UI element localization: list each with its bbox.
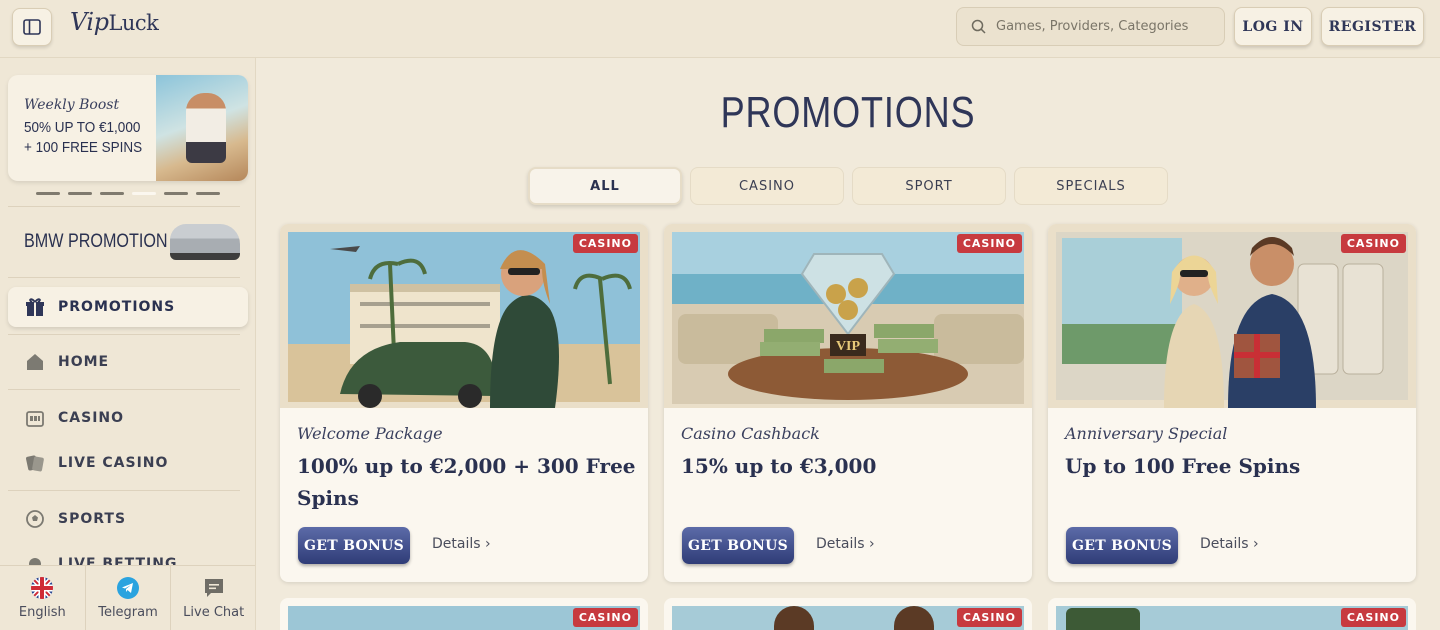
logo[interactable]: VipLuck — [70, 8, 159, 48]
cards-icon — [24, 452, 46, 474]
details-label: Details — [432, 536, 481, 552]
sidebar-item-home[interactable]: HOME — [8, 342, 248, 382]
promo-card-partial[interactable]: CASINO — [280, 598, 648, 630]
promo-card-partial[interactable]: CASINO — [664, 598, 1032, 630]
language-label: English — [18, 605, 66, 620]
weekly-boost-banner[interactable]: Weekly Boost 50% UP TO €1,000 + 100 FREE… — [8, 75, 248, 181]
logo-script: Vip — [70, 8, 109, 36]
carousel-dot[interactable] — [36, 192, 60, 195]
carousel-dots — [36, 192, 220, 195]
divider — [8, 277, 240, 278]
gift-icon — [24, 296, 46, 318]
get-bonus-button[interactable]: GET BONUS — [1066, 527, 1178, 564]
category-badge: CASINO — [1340, 608, 1406, 627]
car-image — [170, 224, 240, 260]
boost-offer-line2: + 100 FREE SPINS — [24, 139, 143, 156]
tab-all[interactable]: ALL — [528, 167, 682, 205]
search-input[interactable] — [996, 19, 1206, 34]
category-badge: CASINO — [956, 608, 1022, 627]
telegram-icon — [117, 577, 139, 599]
bmw-promotion-link[interactable]: BMW PROMOTION — [8, 216, 248, 270]
details-link[interactable]: Details › — [432, 536, 491, 552]
boost-image — [156, 75, 248, 181]
get-bonus-button[interactable]: GET BONUS — [682, 527, 794, 564]
carousel-dot[interactable] — [68, 192, 92, 195]
sidebar-item-label: LIVE CASINO — [58, 455, 169, 471]
telegram-link[interactable]: Telegram — [86, 566, 172, 630]
login-button[interactable]: LOG IN — [1234, 7, 1312, 46]
ball-icon — [24, 508, 46, 530]
promo-card-partial[interactable]: CASINO — [1048, 598, 1416, 630]
boost-offer-line1: 50% UP TO €1,000 — [24, 119, 141, 136]
boost-title: Weekly Boost — [24, 97, 120, 113]
sidebar-toggle-button[interactable] — [12, 8, 52, 46]
promo-subtitle: Casino Cashback — [681, 424, 820, 443]
divider — [8, 389, 240, 390]
tab-sport[interactable]: SPORT — [852, 167, 1006, 205]
logo-text: Luck — [108, 11, 159, 35]
live-chat-label: Live Chat — [183, 605, 245, 620]
promo-subtitle: Welcome Package — [297, 424, 443, 443]
home-icon — [24, 351, 46, 373]
sidebar-item-sports[interactable]: SPORTS — [8, 499, 248, 539]
promo-title: 15% up to €3,000 — [681, 454, 877, 478]
page-title: PROMOTIONS — [720, 88, 976, 137]
sidebar-item-label: CASINO — [58, 410, 125, 426]
chevron-right-icon: › — [1253, 536, 1259, 552]
search-icon — [971, 19, 986, 34]
carousel-dot-active[interactable] — [132, 192, 156, 195]
bmw-promotion-label: BMW PROMOTION — [24, 231, 168, 252]
sidebar-item-label: PROMOTIONS — [58, 299, 176, 315]
promo-card-cashback[interactable]: VIP CASINO Casino Cashback 15% up to €3,… — [664, 224, 1032, 582]
uk-flag-icon — [31, 577, 54, 599]
chat-icon — [204, 579, 223, 597]
promo-card-welcome[interactable]: CASINO Welcome Package 100% up to €2,000… — [280, 224, 648, 582]
category-badge: CASINO — [956, 234, 1022, 253]
register-button[interactable]: REGISTER — [1321, 7, 1424, 46]
promo-title: Up to 100 Free Spins — [1065, 454, 1301, 478]
promo-subtitle: Anniversary Special — [1065, 424, 1228, 443]
main-content: PROMOTIONS ALL CASINO SPORT SPECIALS CAS… — [256, 58, 1440, 630]
divider — [8, 206, 240, 207]
tab-casino[interactable]: CASINO — [690, 167, 844, 205]
sidebar-item-label: SPORTS — [58, 511, 127, 527]
sidebar-icon — [23, 19, 41, 35]
sidebar-item-live-casino[interactable]: LIVE CASINO — [8, 443, 248, 483]
details-label: Details — [1200, 536, 1249, 552]
carousel-dot[interactable] — [164, 192, 188, 195]
category-badge: CASINO — [1340, 234, 1406, 253]
chevron-right-icon: › — [869, 536, 875, 552]
casino-icon — [24, 407, 46, 429]
sidebar-item-promotions[interactable]: PROMOTIONS — [8, 287, 248, 327]
sidebar-item-label: HOME — [58, 354, 110, 370]
tab-specials[interactable]: SPECIALS — [1014, 167, 1168, 205]
language-selector[interactable]: English — [0, 566, 86, 630]
live-chat-button[interactable]: Live Chat — [171, 566, 255, 630]
details-label: Details — [816, 536, 865, 552]
sidebar: Weekly Boost 50% UP TO €1,000 + 100 FREE… — [0, 58, 256, 630]
sidebar-footer: English Telegram Live Chat — [0, 565, 255, 630]
svg-text:VIP: VIP — [836, 339, 861, 354]
details-link[interactable]: Details › — [1200, 536, 1259, 552]
divider — [8, 490, 240, 491]
category-badge: CASINO — [572, 234, 638, 253]
carousel-dot[interactable] — [100, 192, 124, 195]
divider — [8, 334, 240, 335]
top-header: VipLuck LOG IN REGISTER — [0, 0, 1440, 58]
search-box[interactable] — [956, 7, 1225, 46]
sidebar-item-casino[interactable]: CASINO — [8, 398, 248, 438]
details-link[interactable]: Details › — [816, 536, 875, 552]
carousel-dot[interactable] — [196, 192, 220, 195]
chevron-right-icon: › — [485, 536, 491, 552]
category-badge: CASINO — [572, 608, 638, 627]
get-bonus-button[interactable]: GET BONUS — [298, 527, 410, 564]
telegram-label: Telegram — [98, 605, 158, 620]
promo-card-anniversary[interactable]: CASINO Anniversary Special Up to 100 Fre… — [1048, 224, 1416, 582]
promo-title: 100% up to €2,000 + 300 Free Spins — [297, 454, 636, 510]
